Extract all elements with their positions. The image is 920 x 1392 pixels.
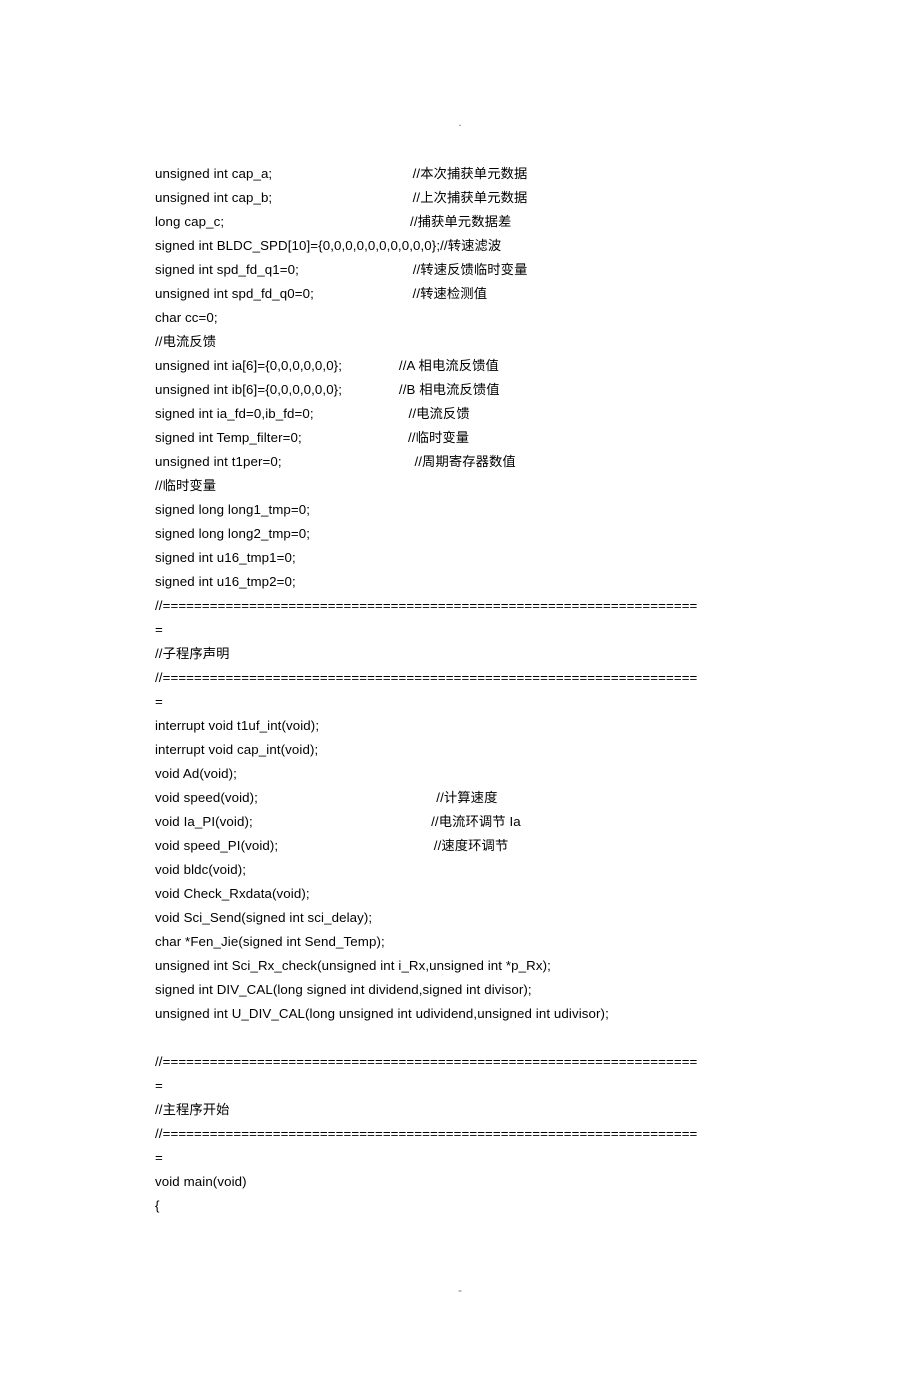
code-line: void Ia_PI(void); //电流环调节 Ia — [155, 810, 765, 834]
code-line: unsigned int cap_b; //上次捕获单元数据 — [155, 186, 765, 210]
code-line: //======================================… — [155, 666, 765, 690]
footer-marker: - — [155, 1278, 765, 1302]
code-line: void bldc(void); — [155, 858, 765, 882]
code-line: = — [155, 1074, 765, 1098]
code-line: { — [155, 1194, 765, 1218]
code-line: void Check_Rxdata(void); — [155, 882, 765, 906]
code-line: void main(void) — [155, 1170, 765, 1194]
code-line: //======================================… — [155, 1122, 765, 1146]
code-line: interrupt void t1uf_int(void); — [155, 714, 765, 738]
document-page: . unsigned int cap_a; //本次捕获单元数据unsigned… — [0, 0, 920, 1392]
code-line — [155, 1026, 765, 1050]
code-line: //======================================… — [155, 1050, 765, 1074]
code-line: signed long long2_tmp=0; — [155, 522, 765, 546]
code-line: = — [155, 1146, 765, 1170]
code-line: char *Fen_Jie(signed int Send_Temp); — [155, 930, 765, 954]
code-line: signed int spd_fd_q1=0; //转速反馈临时变量 — [155, 258, 765, 282]
code-content: unsigned int cap_a; //本次捕获单元数据unsigned i… — [155, 162, 765, 1218]
code-line: //子程序声明 — [155, 642, 765, 666]
code-line: signed int BLDC_SPD[10]={0,0,0,0,0,0,0,0… — [155, 234, 765, 258]
code-line: unsigned int ib[6]={0,0,0,0,0,0}; //B 相电… — [155, 378, 765, 402]
code-line: = — [155, 690, 765, 714]
code-line: signed int DIV_CAL(long signed int divid… — [155, 978, 765, 1002]
code-line: signed long long1_tmp=0; — [155, 498, 765, 522]
code-line: //电流反馈 — [155, 330, 765, 354]
code-line: interrupt void cap_int(void); — [155, 738, 765, 762]
code-line: //======================================… — [155, 594, 765, 618]
code-line: signed int ia_fd=0,ib_fd=0; //电流反馈 — [155, 402, 765, 426]
code-line: void speed_PI(void); //速度环调节 — [155, 834, 765, 858]
code-line: signed int u16_tmp1=0; — [155, 546, 765, 570]
code-line: char cc=0; — [155, 306, 765, 330]
code-line: long cap_c; //捕获单元数据差 — [155, 210, 765, 234]
code-line: unsigned int t1per=0; //周期寄存器数值 — [155, 450, 765, 474]
header-marker: . — [155, 110, 765, 134]
code-line: //主程序开始 — [155, 1098, 765, 1122]
code-line: signed int Temp_filter=0; //临时变量 — [155, 426, 765, 450]
code-line: void Ad(void); — [155, 762, 765, 786]
code-line: unsigned int spd_fd_q0=0; //转速检测值 — [155, 282, 765, 306]
code-line: //临时变量 — [155, 474, 765, 498]
code-line: void Sci_Send(signed int sci_delay); — [155, 906, 765, 930]
code-line: unsigned int U_DIV_CAL(long unsigned int… — [155, 1002, 765, 1026]
code-line: unsigned int ia[6]={0,0,0,0,0,0}; //A 相电… — [155, 354, 765, 378]
code-line: unsigned int cap_a; //本次捕获单元数据 — [155, 162, 765, 186]
code-line: = — [155, 618, 765, 642]
code-line: unsigned int Sci_Rx_check(unsigned int i… — [155, 954, 765, 978]
code-line: signed int u16_tmp2=0; — [155, 570, 765, 594]
code-line: void speed(void); //计算速度 — [155, 786, 765, 810]
